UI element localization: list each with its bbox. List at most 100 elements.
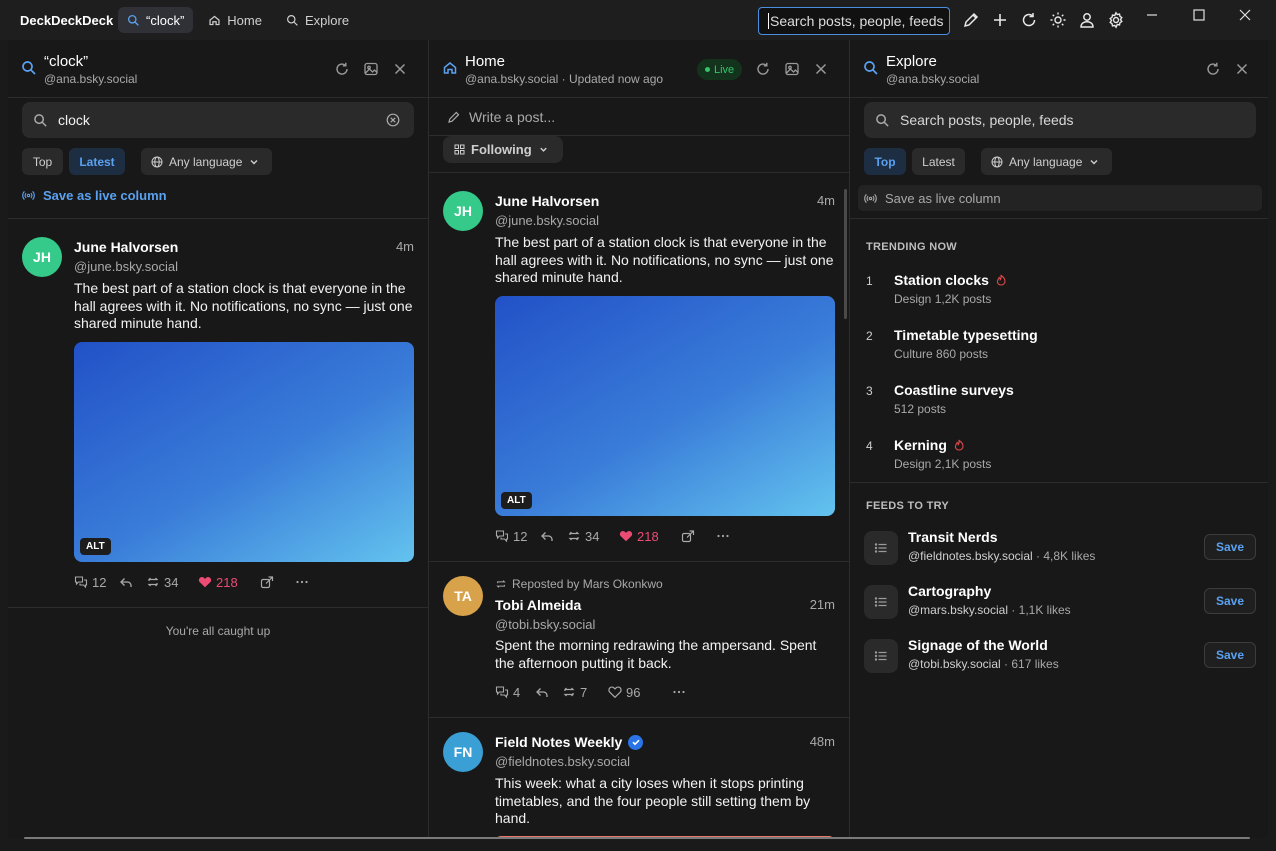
author-name[interactable]: June Halvorsen — [74, 239, 178, 255]
close-column-icon[interactable] — [1234, 61, 1250, 77]
repost-button[interactable]: 34 — [146, 575, 198, 590]
repost-button[interactable]: 7 — [562, 685, 608, 700]
trending-item[interactable]: 2 Timetable typesetting Culture 860 post… — [866, 327, 1246, 367]
save-feed-button[interactable]: Save — [1203, 642, 1256, 668]
language-select[interactable]: Any language — [981, 148, 1113, 175]
theme-icon[interactable] — [1049, 11, 1067, 29]
repost-by-label: Reposted by Mars Okonkwo — [512, 577, 663, 591]
author-name[interactable]: June Halvorsen — [495, 193, 599, 209]
avatar[interactable]: FN — [443, 732, 483, 772]
globe-icon — [991, 156, 1003, 167]
post-item[interactable]: FN Field Notes Weekly @fieldnotes.bsky.s… — [429, 718, 849, 838]
post-text: The best part of a station clock is that… — [495, 234, 834, 285]
filter-latest[interactable]: Latest — [69, 148, 125, 175]
like-button[interactable]: 96 — [608, 685, 672, 700]
language-select[interactable]: Any language — [141, 148, 273, 175]
reply-button[interactable] — [535, 685, 562, 699]
horizontal-scrollbar[interactable] — [24, 837, 1250, 839]
chevron-down-icon — [250, 159, 258, 164]
minimize-icon[interactable] — [1145, 8, 1159, 22]
post-item[interactable]: Reposted by Mars Okonkwo TA Tobi Almeida… — [429, 562, 849, 718]
post-image[interactable]: ALT — [74, 342, 414, 562]
filter-top[interactable]: Top — [22, 148, 63, 175]
trending-item[interactable]: 1 Station clocks Design 1,2K posts — [866, 272, 1246, 312]
alt-badge[interactable]: ALT — [80, 538, 111, 555]
global-search-input[interactable]: Search posts, people, feeds — [758, 7, 950, 35]
like-button[interactable]: 218 — [198, 575, 260, 590]
reply-button[interactable] — [540, 529, 567, 543]
close-icon[interactable] — [1238, 8, 1252, 22]
refresh-icon[interactable] — [1205, 61, 1221, 77]
settings-icon[interactable] — [1107, 11, 1125, 29]
save-feed-button[interactable]: Save — [1203, 534, 1256, 560]
more-options-icon[interactable] — [672, 685, 686, 699]
more-options-icon[interactable] — [295, 575, 309, 589]
search-query: clock — [58, 112, 90, 128]
avatar[interactable]: JH — [22, 237, 62, 277]
repost-button[interactable]: 34 — [567, 529, 619, 544]
feed-handle: @tobi.bsky.social — [908, 657, 1001, 671]
trend-meta: Culture 860 posts — [894, 347, 989, 361]
author-handle[interactable]: @june.bsky.social — [74, 259, 178, 274]
post-item[interactable]: JH June Halvorsen @june.bsky.social 4m T… — [8, 219, 428, 608]
avatar[interactable]: JH — [443, 191, 483, 231]
save-live-column-button[interactable]: Save as live column — [22, 188, 167, 203]
like-button[interactable]: 218 — [619, 529, 681, 544]
trending-item[interactable]: 4 Kerning Design 2,1K posts — [866, 437, 1246, 477]
reply-count-button[interactable]: 4 — [495, 685, 535, 700]
compose-input[interactable]: Write a post... — [429, 98, 849, 136]
heart-icon — [608, 686, 622, 699]
trend-rank: 3 — [866, 384, 873, 398]
tab-home[interactable]: Home — [199, 7, 271, 33]
alt-badge[interactable]: ALT — [501, 492, 532, 509]
media-toggle-icon[interactable] — [363, 61, 379, 77]
feed-selector[interactable]: Following — [443, 136, 563, 163]
trending-item[interactable]: 3 Coastline surveys 512 posts — [866, 382, 1246, 422]
post-time: 4m — [395, 239, 414, 254]
save-live-column-button[interactable]: Save as live column — [858, 185, 1262, 211]
more-options-icon[interactable] — [716, 529, 730, 543]
save-feed-button[interactable]: Save — [1203, 588, 1256, 614]
reply-count-button[interactable]: 12 — [495, 529, 540, 544]
filter-top[interactable]: Top — [864, 148, 906, 175]
explore-search-input[interactable]: Search posts, people, feeds — [864, 102, 1256, 138]
repost-icon — [147, 577, 159, 587]
feed-meta: @fieldnotes.bsky.social · 4,8K likes — [908, 549, 1095, 563]
tab-explore[interactable]: Explore — [277, 7, 358, 33]
column-search-input[interactable]: clock — [22, 102, 414, 138]
share-button[interactable] — [260, 575, 295, 589]
clear-search-icon[interactable] — [386, 113, 400, 127]
reply-button[interactable] — [119, 575, 146, 589]
feed-suggestion[interactable]: Signage of the World @tobi.bsky.social ·… — [864, 637, 1256, 675]
refresh-icon[interactable] — [1020, 11, 1038, 29]
post-image[interactable]: ALT — [495, 296, 835, 516]
trend-meta: Design 1,2K posts — [894, 292, 992, 306]
tab-search-clock[interactable]: “clock” — [118, 7, 194, 33]
reply-icon — [120, 578, 132, 587]
profile-icon[interactable] — [1078, 11, 1096, 29]
close-column-icon[interactable] — [392, 61, 408, 77]
refresh-icon[interactable] — [755, 61, 771, 77]
maximize-icon[interactable] — [1192, 8, 1206, 22]
compose-icon[interactable] — [962, 11, 980, 29]
feed-suggestion[interactable]: Transit Nerds @fieldnotes.bsky.social · … — [864, 529, 1256, 567]
column-title: Explore — [886, 53, 937, 70]
author-handle[interactable]: @tobi.bsky.social — [495, 617, 595, 632]
plus-icon[interactable] — [991, 11, 1009, 29]
repost-indicator[interactable]: Reposted by Mars Okonkwo — [495, 577, 663, 591]
author-name[interactable]: Field Notes Weekly — [495, 734, 644, 750]
reply-icon — [536, 688, 548, 697]
media-toggle-icon[interactable] — [784, 61, 800, 77]
post-item[interactable]: JH June Halvorsen @june.bsky.social 4m T… — [429, 173, 849, 562]
filter-latest[interactable]: Latest — [912, 148, 965, 175]
author-handle[interactable]: @june.bsky.social — [495, 213, 599, 228]
author-handle[interactable]: @fieldnotes.bsky.social — [495, 754, 630, 769]
close-column-icon[interactable] — [813, 61, 829, 77]
column-scrollbar[interactable] — [844, 189, 847, 319]
author-name[interactable]: Tobi Almeida — [495, 597, 581, 613]
refresh-icon[interactable] — [334, 61, 350, 77]
avatar[interactable]: TA — [443, 576, 483, 616]
share-button[interactable] — [681, 529, 716, 543]
reply-count-button[interactable]: 12 — [74, 575, 119, 590]
feed-suggestion[interactable]: Cartography @mars.bsky.social · 1,1K lik… — [864, 583, 1256, 621]
